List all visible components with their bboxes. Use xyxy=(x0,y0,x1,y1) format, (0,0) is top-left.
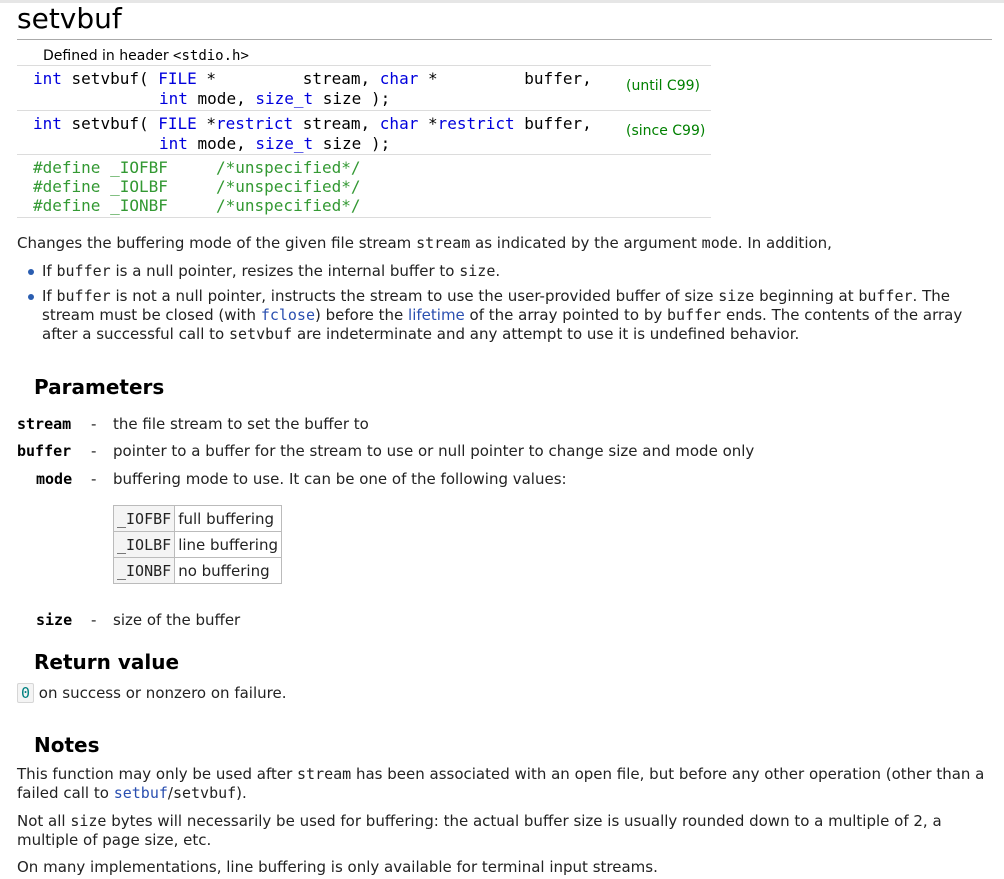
parameters-heading: Parameters xyxy=(34,375,165,399)
table-cell-code: _IONBF xyxy=(112,557,176,584)
param-dash: - xyxy=(91,470,97,488)
signature-until-c99-line1: int setvbuf( FILE * stream, char * buffe… xyxy=(33,69,592,88)
version-badge-since-c99: (since C99) xyxy=(626,123,706,139)
table-row: _IONBF no buffering xyxy=(112,557,282,584)
param-name-stream: stream xyxy=(17,415,72,433)
behavior-list: If buffer is a null pointer, resizes the… xyxy=(27,262,987,344)
signature-since-c99-line1: int setvbuf( FILE *restrict stream, char… xyxy=(33,114,592,133)
param-dash: - xyxy=(91,442,97,460)
table-cell-desc: no buffering xyxy=(174,557,282,584)
title-divider xyxy=(17,39,992,40)
return-value-heading: Return value xyxy=(34,650,180,674)
decl-divider xyxy=(17,154,711,155)
bullet-icon xyxy=(28,294,34,300)
zero-code-badge: 0 xyxy=(17,683,35,703)
note-paragraph-2: Not all size bytes will necessarily be u… xyxy=(17,812,942,849)
lifetime-link[interactable]: lifetime xyxy=(408,306,465,324)
define-iofbf: #define _IOFBF xyxy=(33,158,168,177)
header-name: <stdio.h> xyxy=(173,48,249,64)
intro-paragraph: Changes the buffering mode of the given … xyxy=(17,234,832,252)
top-border xyxy=(0,0,1004,3)
mode-values-table: _IOFBF full buffering _IOLBF line bufferin… xyxy=(112,505,282,584)
decl-divider xyxy=(17,65,711,66)
param-dash: - xyxy=(91,415,97,433)
define-iolbf: #define _IOLBF xyxy=(33,177,168,196)
decl-divider xyxy=(17,110,711,111)
return-value-text: 0 on success or nonzero on failure. xyxy=(17,683,992,703)
bullet-icon xyxy=(28,269,34,275)
param-name-buffer: buffer xyxy=(17,442,72,460)
note-paragraph-1: This function may only be used after str… xyxy=(17,765,985,802)
setbuf-link[interactable]: setbuf xyxy=(114,784,168,802)
header-prefix: Defined in header xyxy=(43,48,174,64)
param-dash: - xyxy=(91,611,97,629)
param-name-size: size xyxy=(36,611,73,629)
signature-since-c99-line2: int mode, size_t size ); xyxy=(159,134,391,153)
param-desc-mode: buffering mode to use. It can be one of … xyxy=(113,470,567,488)
header-line: Defined in header <stdio.h> xyxy=(43,48,249,64)
define-iolbf-comment: /*unspecified*/ xyxy=(216,177,361,196)
table-cell-desc: line buffering xyxy=(174,531,282,558)
table-cell-code: _IOFBF xyxy=(112,505,176,532)
param-desc-buffer: pointer to a buffer for the stream to us… xyxy=(113,442,755,460)
version-badge-until-c99: (until C99) xyxy=(626,78,700,94)
table-row: _IOLBF line buffering xyxy=(112,531,282,558)
param-desc-size: size of the buffer xyxy=(113,611,241,629)
table-cell-code: _IOLBF xyxy=(112,531,176,558)
list-item: If buffer is not a null pointer, instruc… xyxy=(27,287,987,344)
decl-divider xyxy=(17,217,711,218)
page-title: setvbuf xyxy=(17,2,122,35)
note-paragraph-3: On many implementations, line buffering … xyxy=(17,858,658,876)
param-name-mode: mode xyxy=(36,470,73,488)
list-item: If buffer is a null pointer, resizes the… xyxy=(27,262,987,281)
define-ionbf: #define _IONBF xyxy=(33,196,168,215)
define-iofbf-comment: /*unspecified*/ xyxy=(216,158,361,177)
fclose-link[interactable]: fclose xyxy=(261,306,315,324)
param-desc-stream: the file stream to set the buffer to xyxy=(113,415,369,433)
table-cell-desc: full buffering xyxy=(174,505,282,532)
signature-until-c99-line2: int mode, size_t size ); xyxy=(159,89,391,108)
table-row: _IOFBF full buffering xyxy=(112,505,282,532)
define-ionbf-comment: /*unspecified*/ xyxy=(216,196,361,215)
notes-heading: Notes xyxy=(34,733,100,757)
